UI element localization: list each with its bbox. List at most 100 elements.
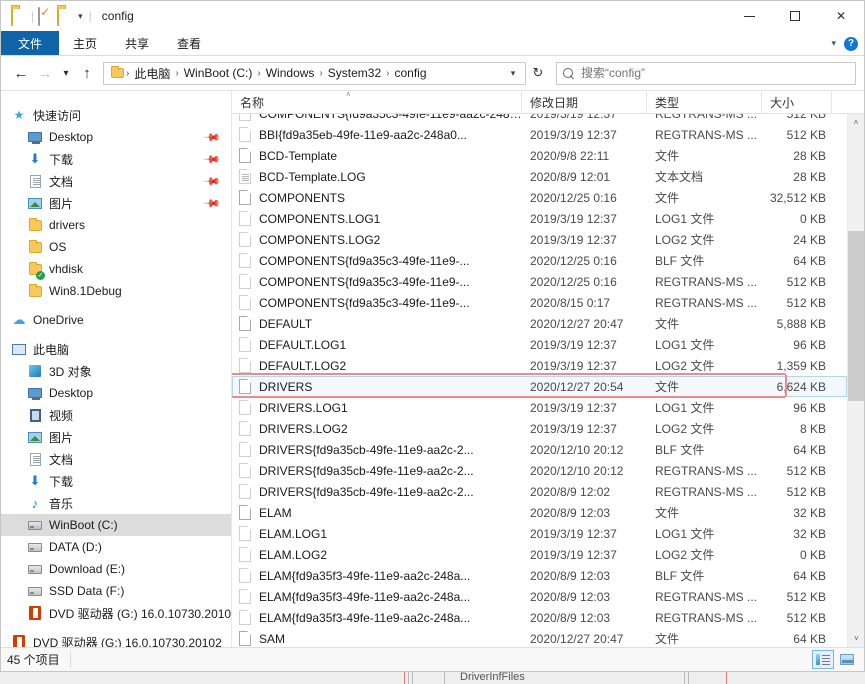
file-type-cell: REGTRANS-MS ... — [655, 589, 758, 604]
table-row[interactable]: DRIVERS{fd9a35cb-49fe-11e9-aa2c-2... 2020… — [232, 481, 847, 502]
scrollbar-thumb[interactable] — [848, 231, 864, 401]
tab-home[interactable]: 主页 — [59, 31, 111, 55]
column-header-size[interactable]: 大小 — [762, 91, 832, 113]
search-input[interactable] — [581, 66, 849, 80]
sidebar-item-onedrive[interactable]: ☁ OneDrive — [1, 309, 231, 331]
table-row[interactable]: DEFAULT 2020/12/27 20:47 文件 5,888 KB — [232, 313, 847, 334]
sidebar-item-data-d[interactable]: DATA (D:) — [1, 536, 231, 558]
properties-icon[interactable] — [38, 7, 54, 26]
table-row[interactable]: DRIVERS.LOG2 2019/3/19 12:37 LOG2 文件 8 KB — [232, 418, 847, 439]
scroll-up-button[interactable]: ˄ — [848, 114, 864, 131]
breadcrumb-bar[interactable]: › 此电脑 › WinBoot (C:) › Windows › System3… — [103, 61, 526, 85]
sidebar-item-vhdisk[interactable]: vhdisk — [1, 258, 231, 280]
column-header-name[interactable]: 名称 ˄ — [232, 91, 522, 113]
tiles-view-button[interactable] — [836, 650, 858, 669]
back-button[interactable]: ← — [9, 61, 33, 85]
table-row[interactable]: BCD-Template.LOG 2020/8/9 12:01 文本文档 28 KB — [232, 166, 847, 187]
sidebar-item-dvd-drive-g[interactable]: DVD 驱动器 (G:) 16.0.10730.20102 — [1, 602, 231, 624]
sidebar-item-desktop-pc[interactable]: Desktop — [1, 382, 231, 404]
pin-icon[interactable]: 📌 — [203, 172, 222, 190]
vertical-scrollbar[interactable]: ˄ ˅ — [847, 114, 864, 647]
sidebar-item-pictures-pc[interactable]: 图片 — [1, 426, 231, 448]
sidebar-item-documents[interactable]: 文档 📌 — [1, 170, 231, 192]
table-row[interactable]: DRIVERS 2020/12/27 20:54 文件 6,624 KB — [232, 376, 847, 397]
sidebar-group-this-pc[interactable]: 此电脑 — [1, 338, 231, 360]
table-row[interactable]: ELAM.LOG1 2019/3/19 12:37 LOG1 文件 32 KB — [232, 523, 847, 544]
table-row[interactable]: DRIVERS{fd9a35cb-49fe-11e9-aa2c-2... 2020… — [232, 460, 847, 481]
table-row[interactable]: COMPONENTS{fd9a35c3-49fe-11e9-aa2c-248a0… — [232, 114, 847, 124]
navigation-pane[interactable]: ★ 快速访问 Desktop 📌 ⬇ 下载 📌 文档 📌 图片 📌 driver… — [1, 91, 231, 647]
sidebar-item-os[interactable]: OS — [1, 236, 231, 258]
table-row[interactable]: COMPONENTS.LOG1 2019/3/19 12:37 LOG1 文件 0 K… — [232, 208, 847, 229]
pin-icon[interactable]: 📌 — [203, 150, 222, 168]
table-row[interactable]: ELAM 2020/8/9 12:03 文件 32 KB — [232, 502, 847, 523]
table-row[interactable]: ELAM.LOG2 2019/3/19 12:37 LOG2 文件 0 KB — [232, 544, 847, 565]
table-row[interactable]: ELAM{fd9a35f3-49fe-11e9-aa2c-248a... 2020… — [232, 607, 847, 628]
refresh-button[interactable]: ↻ — [526, 62, 550, 85]
table-row[interactable]: SAM 2020/12/27 20:47 文件 64 KB — [232, 628, 847, 647]
help-icon[interactable]: ? — [844, 36, 858, 51]
table-row[interactable]: DEFAULT.LOG2 2019/3/19 12:37 LOG2 文件 1,359 … — [232, 355, 847, 376]
sidebar-item-pictures[interactable]: 图片 📌 — [1, 192, 231, 214]
sidebar-item-music[interactable]: ♪ 音乐 — [1, 492, 231, 514]
maximize-button[interactable] — [772, 1, 818, 31]
tab-view[interactable]: 查看 — [163, 31, 215, 55]
close-button[interactable]: ✕ — [818, 1, 864, 31]
table-row[interactable]: COMPONENTS{fd9a35c3-49fe-11e9-... 2020/12… — [232, 271, 847, 292]
folder-icon[interactable] — [11, 7, 27, 26]
breadcrumb-item-this-pc[interactable]: 此电脑 — [130, 63, 174, 84]
folder-icon — [27, 283, 43, 299]
chevron-down-icon[interactable]: ▾ — [831, 38, 836, 49]
table-row[interactable]: DEFAULT.LOG1 2019/3/19 12:37 LOG1 文件 96 KB — [232, 334, 847, 355]
pin-icon[interactable]: 📌 — [203, 194, 222, 212]
scroll-down-button[interactable]: ˅ — [848, 630, 864, 647]
sidebar-item-download-e[interactable]: Download (E:) — [1, 558, 231, 580]
minimize-button[interactable] — [726, 1, 772, 31]
table-row[interactable]: ELAM{fd9a35f3-49fe-11e9-aa2c-248a... 2020… — [232, 586, 847, 607]
table-row[interactable]: COMPONENTS{fd9a35c3-49fe-11e9-... 2020/12… — [232, 250, 847, 271]
sidebar-item-drivers[interactable]: drivers — [1, 214, 231, 236]
file-name-cell: COMPONENTS{fd9a35c3-49fe-11e9-... — [232, 253, 522, 268]
search-box[interactable] — [556, 61, 856, 85]
sidebar-item-winboot-c[interactable]: WinBoot (C:) — [1, 514, 231, 536]
table-row[interactable]: COMPONENTS 2020/12/25 0:16 文件 32,512 KB — [232, 187, 847, 208]
sidebar-group-quick-access[interactable]: ★ 快速访问 — [1, 104, 231, 126]
sidebar-item-dvd-drive-g-root[interactable]: DVD 驱动器 (G:) 16.0.10730.20102 — [1, 631, 231, 647]
table-row[interactable]: BCD-Template 2020/9/8 22:11 文件 28 KB — [232, 145, 847, 166]
recent-locations-button[interactable]: ▾ — [57, 61, 75, 85]
up-button[interactable]: ↑ — [75, 61, 99, 85]
sidebar-item-desktop[interactable]: Desktop 📌 — [1, 126, 231, 148]
sidebar-item-win81debug[interactable]: Win8.1Debug — [1, 280, 231, 302]
column-header-type[interactable]: 类型 — [647, 91, 762, 113]
sidebar-item-videos[interactable]: 视频 — [1, 404, 231, 426]
tab-file[interactable]: 文件 — [1, 31, 60, 55]
file-name-label: ELAM{fd9a35f3-49fe-11e9-aa2c-248a... — [259, 610, 471, 625]
sidebar-item-3d-objects[interactable]: 3D 对象 — [1, 360, 231, 382]
file-size-cell: 0 KB — [799, 547, 826, 562]
table-row[interactable]: BBI{fd9a35eb-49fe-11e9-aa2c-248a0... 2019… — [232, 124, 847, 145]
breadcrumb: › 此电脑 › WinBoot (C:) › Windows › System3… — [125, 63, 503, 84]
new-folder-icon[interactable] — [57, 7, 73, 26]
sidebar-item-downloads[interactable]: ⬇ 下载 📌 — [1, 148, 231, 170]
forward-button[interactable]: → — [33, 61, 57, 85]
table-row[interactable]: COMPONENTS.LOG2 2019/3/19 12:37 LOG2 文件 24 … — [232, 229, 847, 250]
table-row[interactable]: DRIVERS{fd9a35cb-49fe-11e9-aa2c-2... 2020… — [232, 439, 847, 460]
details-view-button[interactable] — [812, 650, 834, 669]
customize-caret-icon[interactable]: ▾ — [76, 11, 85, 22]
breadcrumb-dropdown-icon[interactable]: ▾ — [503, 68, 523, 79]
table-row[interactable]: ELAM{fd9a35f3-49fe-11e9-aa2c-248a... 2020… — [232, 565, 847, 586]
breadcrumb-item-windows[interactable]: Windows — [262, 64, 319, 82]
column-header-date[interactable]: 修改日期 — [522, 91, 647, 113]
breadcrumb-item-config[interactable]: config — [390, 64, 430, 82]
breadcrumb-item-system32[interactable]: System32 — [324, 64, 385, 82]
table-row[interactable]: COMPONENTS{fd9a35c3-49fe-11e9-... 2020/8/… — [232, 292, 847, 313]
sidebar-item-documents-pc[interactable]: 文档 — [1, 448, 231, 470]
tab-share[interactable]: 共享 — [111, 31, 163, 55]
pin-icon[interactable]: 📌 — [203, 128, 222, 146]
file-type-cell: LOG1 文件 — [655, 401, 715, 415]
sidebar-item-ssd-data-f[interactable]: SSD Data (F:) — [1, 580, 231, 602]
table-row[interactable]: DRIVERS.LOG1 2019/3/19 12:37 LOG1 文件 96 KB — [232, 397, 847, 418]
sidebar-label: 此电脑 — [33, 342, 70, 357]
sidebar-item-downloads-pc[interactable]: ⬇ 下载 — [1, 470, 231, 492]
breadcrumb-item-winboot-c[interactable]: WinBoot (C:) — [180, 64, 257, 82]
